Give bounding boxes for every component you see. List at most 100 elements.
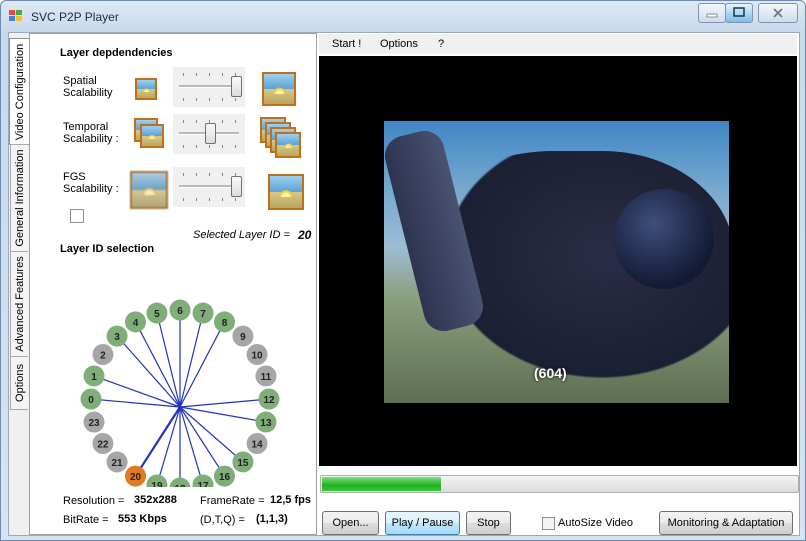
fgs-scalability-slider[interactable] — [173, 167, 245, 207]
video-configuration-panel: Layer depdendencies Spatial Scalability … — [29, 33, 317, 535]
autosize-video-label: AutoSize Video — [558, 517, 634, 529]
svg-text:13: 13 — [260, 418, 272, 429]
tab-label: Advanced Features — [13, 256, 26, 352]
svg-text:14: 14 — [252, 440, 264, 451]
spatial-label-line2: Scalability — [63, 87, 113, 99]
svg-text:20: 20 — [130, 472, 142, 483]
temporal-label-line2: Scalability : — [63, 133, 119, 145]
fgs-low-icon — [130, 171, 168, 209]
selected-layer-value: 20 — [298, 228, 312, 242]
dtq-value: (1,1,3) — [256, 513, 288, 525]
svg-text:1: 1 — [91, 372, 97, 383]
tab-label: Video Configuration — [13, 43, 26, 140]
temporal-scalability-slider[interactable] — [173, 114, 245, 154]
fgs-checkbox[interactable] — [70, 209, 84, 223]
svg-text:21: 21 — [112, 458, 124, 469]
layer-node-21[interactable]: 21 — [106, 451, 128, 473]
layer-node-1[interactable]: 1 — [83, 365, 105, 387]
resolution-value: 352x288 — [134, 494, 177, 506]
spatial-scalability-slider[interactable] — [173, 67, 245, 107]
svg-text:10: 10 — [252, 351, 264, 362]
minimize-icon — [706, 13, 718, 18]
layer-node-15[interactable]: 15 — [232, 451, 254, 473]
play-pause-button[interactable]: Play / Pause — [385, 511, 460, 535]
layer-node-0[interactable]: 0 — [80, 388, 102, 410]
stop-button[interactable]: Stop — [466, 511, 511, 535]
frame-counter: (604) — [534, 365, 567, 381]
selected-layer-label: Selected Layer ID = — [193, 229, 290, 241]
svg-text:19: 19 — [151, 481, 163, 487]
svg-text:9: 9 — [240, 332, 246, 343]
layer-node-7[interactable]: 7 — [192, 302, 214, 324]
tab-video-configuration[interactable]: Video Configuration — [9, 38, 29, 145]
spatial-label: Spatial Scalability — [63, 75, 113, 99]
layer-node-12[interactable]: 12 — [258, 388, 280, 410]
app-icon — [9, 10, 22, 21]
playback-progress-bar[interactable] — [320, 475, 799, 493]
video-display[interactable]: (604) — [319, 56, 797, 466]
layer-node-13[interactable]: 13 — [255, 411, 277, 433]
svg-text:18: 18 — [174, 484, 186, 487]
dependency-line — [156, 312, 181, 408]
dependency-line — [179, 398, 270, 408]
resolution-label: Resolution = — [63, 495, 125, 507]
layer-node-23[interactable]: 23 — [83, 411, 105, 433]
svg-text:3: 3 — [114, 332, 120, 343]
tab-advanced-features[interactable]: Advanced Features — [10, 251, 28, 357]
tab-label: General Information — [13, 149, 26, 247]
app-window: SVC P2P Player Video Configuration Gener… — [0, 0, 806, 541]
video-frame: (604) — [384, 121, 729, 403]
layer-node-2[interactable]: 2 — [92, 344, 114, 365]
client-area: Video Configuration General Information … — [8, 32, 800, 536]
menu-help[interactable]: ? — [438, 38, 444, 50]
framerate-value: 12,5 fps — [270, 494, 311, 506]
slider-thumb[interactable] — [205, 123, 216, 144]
layer-node-14[interactable]: 14 — [246, 433, 268, 454]
temporal-low-icon — [134, 118, 166, 150]
layer-node-11[interactable]: 11 — [255, 365, 277, 387]
layer-node-22[interactable]: 22 — [92, 433, 114, 454]
dtq-label: (D,T,Q) = — [200, 514, 245, 526]
maximize-button[interactable] — [725, 3, 753, 23]
layer-node-4[interactable]: 4 — [125, 311, 146, 333]
layer-node-17[interactable]: 17 — [192, 474, 214, 487]
layer-node-8[interactable]: 8 — [214, 311, 235, 333]
slider-thumb[interactable] — [231, 176, 242, 197]
slider-thumb[interactable] — [231, 76, 242, 97]
maximize-icon — [733, 7, 745, 17]
layer-node-16[interactable]: 16 — [214, 465, 235, 487]
dependency-line — [93, 375, 181, 408]
spatial-low-icon — [135, 78, 157, 100]
layer-node-5[interactable]: 5 — [146, 302, 168, 324]
dependency-line — [179, 406, 226, 477]
svg-text:2: 2 — [100, 351, 106, 362]
dependency-line — [179, 406, 244, 463]
svg-text:5: 5 — [154, 309, 160, 320]
layer-id-graph[interactable]: 01234567891011121314151617181920212223 — [30, 257, 316, 487]
layer-node-20[interactable]: 20 — [125, 465, 146, 487]
minimize-button[interactable] — [698, 3, 726, 23]
layer-node-9[interactable]: 9 — [232, 325, 254, 347]
menu-start[interactable]: Start ! — [332, 38, 361, 50]
svg-text:15: 15 — [237, 458, 249, 469]
layer-node-18[interactable]: 18 — [169, 477, 191, 488]
layer-node-10[interactable]: 10 — [246, 344, 268, 365]
tab-options[interactable]: Options — [10, 356, 28, 410]
dependency-line — [90, 398, 181, 408]
svg-text:12: 12 — [263, 395, 275, 406]
temporal-label: Temporal Scalability : — [63, 121, 119, 145]
monitoring-adaptation-button[interactable]: Monitoring & Adaptation — [659, 511, 793, 535]
close-button[interactable] — [758, 3, 798, 23]
layer-node-6[interactable]: 6 — [169, 299, 191, 321]
open-button[interactable]: Open... — [322, 511, 379, 535]
layer-node-3[interactable]: 3 — [106, 325, 128, 347]
bitrate-label: BitRate = — [63, 514, 109, 526]
layer-node-19[interactable]: 19 — [146, 474, 168, 487]
fgs-label-line2: Scalability : — [63, 183, 119, 195]
autosize-video-checkbox[interactable] — [542, 517, 555, 530]
menu-options[interactable]: Options — [380, 38, 418, 50]
svg-text:11: 11 — [261, 372, 272, 383]
dependency-line — [179, 312, 204, 408]
tab-general-information[interactable]: General Information — [10, 144, 28, 252]
svg-text:23: 23 — [88, 418, 100, 429]
